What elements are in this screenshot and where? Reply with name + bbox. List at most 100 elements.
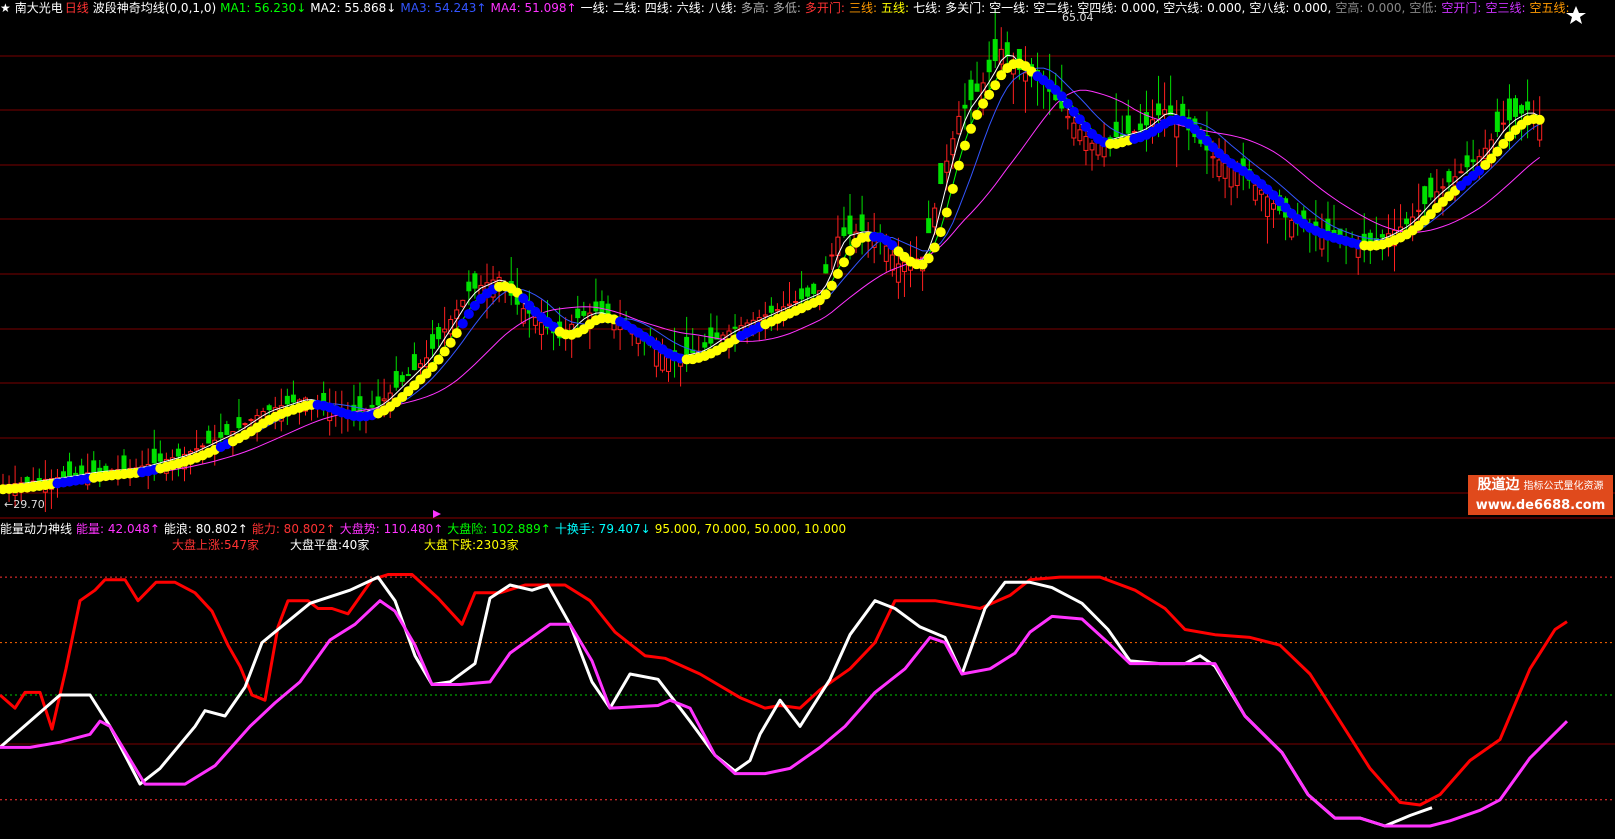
candle-body — [24, 476, 30, 483]
candle-body — [1210, 156, 1216, 159]
candle-body — [236, 417, 242, 429]
candle-body — [1125, 115, 1131, 134]
legend-item-20: 空八线: 0.000, — [1249, 1, 1332, 15]
candle-body — [67, 461, 73, 477]
candle-body — [702, 342, 708, 348]
candle-body — [430, 334, 436, 349]
chart-canvas — [0, 6, 1615, 828]
candle-body — [151, 448, 157, 464]
signal-dot — [941, 207, 952, 218]
candle-body — [1264, 196, 1270, 217]
candle-body — [666, 357, 671, 372]
candle-body — [805, 287, 811, 297]
signal-dot — [978, 98, 989, 109]
signal-dot — [1534, 114, 1545, 125]
candle-body — [901, 261, 907, 273]
legend-item-1: MA2: 55.868↓ — [310, 1, 397, 15]
candle-body — [932, 207, 938, 228]
legend-item-24: 空三线: — [1485, 1, 1526, 15]
candle-body — [732, 326, 738, 329]
candle-body — [357, 396, 363, 413]
candle-body — [1222, 162, 1228, 179]
legend-item-8: 八线: — [708, 1, 737, 15]
candle-body — [762, 314, 768, 317]
signal-dot — [929, 242, 940, 253]
legend-item-15: 多关门: — [945, 1, 986, 15]
sub-legend-items: 能量: 42.048↑ 能浪: 80.802↑ 能力: 80.802↑ 大盘势: 11… — [76, 522, 850, 536]
ma-blue-line — [2, 67, 1540, 486]
candle-body — [91, 460, 97, 473]
candle-body — [442, 328, 448, 333]
signal-dot — [966, 123, 976, 134]
candle-body — [859, 214, 865, 231]
candle-body — [411, 354, 417, 371]
signal-dot — [445, 337, 456, 348]
legend-item-10: 多低: — [772, 1, 801, 15]
moving-average-lines — [2, 54, 1541, 486]
legend-item-14: 七线: — [913, 1, 942, 15]
signal-dots — [0, 58, 1545, 495]
legend-item-4: 一线: — [580, 1, 609, 15]
sub-legend-item-9: 10.000 — [804, 522, 847, 536]
candle-body — [1537, 122, 1543, 141]
candle-body — [847, 215, 853, 235]
legend-item-7: 六线: — [676, 1, 705, 15]
signal-dot — [832, 268, 843, 279]
badge-url: www.de6688.com — [1475, 498, 1606, 513]
star-prefix-icon: ★ — [0, 1, 11, 15]
badge-tagline: 指标公式量化资源 — [1523, 481, 1604, 492]
signal-dot — [826, 280, 837, 291]
badge-name-text: 股道边 — [1477, 477, 1520, 493]
sub-legend-item-5: 十换手: 79.407↓ — [554, 522, 651, 536]
legend-item-2: MA3: 54.243↑ — [400, 1, 487, 15]
signal-dot — [463, 308, 474, 319]
market-down-count: 大盘下跌:2303家 — [424, 538, 519, 552]
candle-body — [1500, 122, 1506, 125]
candle-body — [417, 363, 423, 368]
candle-body — [206, 430, 212, 444]
sub-legend-item-2: 能力: 80.802↑ — [251, 522, 336, 536]
signal-dot — [959, 140, 970, 151]
candle-body — [992, 39, 998, 62]
candle-body — [194, 448, 200, 451]
indicator-title: 波段神奇均线(0,0,1,0) — [92, 1, 217, 15]
candle-body — [266, 405, 272, 411]
candle-body — [1071, 122, 1077, 139]
candle-body — [1107, 137, 1113, 140]
candle-body — [248, 419, 254, 422]
candle-body — [1065, 115, 1071, 119]
watermark-badge: 股道边 指标公式量化资源 www.de6688.com — [1468, 475, 1613, 515]
signal-dot — [947, 183, 958, 194]
sub-legend-item-8: 50.000, — [754, 522, 801, 536]
candle-body — [956, 115, 962, 135]
legend-items: MA1: 56.230↓ MA2: 55.868↓ MA3: 54.243↑ MA4:… — [220, 1, 1573, 15]
candle-body — [799, 288, 805, 300]
ma-magenta-line — [2, 89, 1541, 486]
candle-body — [1113, 121, 1119, 138]
signal-dot — [953, 160, 964, 171]
candle-body — [1252, 184, 1258, 201]
sub-indicator-title: 能量动力神线 — [0, 522, 73, 536]
candle-body — [883, 245, 889, 262]
candle-body — [889, 254, 895, 271]
candle-body — [1525, 101, 1531, 111]
candle-body — [829, 254, 835, 257]
candle-body — [962, 104, 968, 109]
candle-body — [768, 305, 774, 313]
legend-item-13: 五线: — [881, 1, 910, 15]
ma-green-line — [2, 59, 1540, 486]
candle-body — [841, 227, 847, 236]
candle-body — [593, 301, 599, 312]
candle-body — [381, 398, 387, 402]
candle-body — [1022, 72, 1028, 82]
legend-item-12: 三线: — [848, 1, 878, 15]
candle-body — [1446, 171, 1452, 183]
candle-body — [1004, 42, 1010, 57]
candle-body — [575, 308, 581, 319]
candle-body — [369, 404, 375, 408]
sub-legend-item-1: 能浪: 80.802↑ — [163, 522, 248, 536]
main-indicator-legend: ★ 南大光电 日线 波段神奇均线(0,0,1,0) MA1: 56.230↓ MA2: 5… — [0, 0, 1615, 16]
candle-body — [1494, 111, 1500, 133]
candle-body — [460, 299, 466, 307]
candle-body — [1077, 129, 1083, 142]
